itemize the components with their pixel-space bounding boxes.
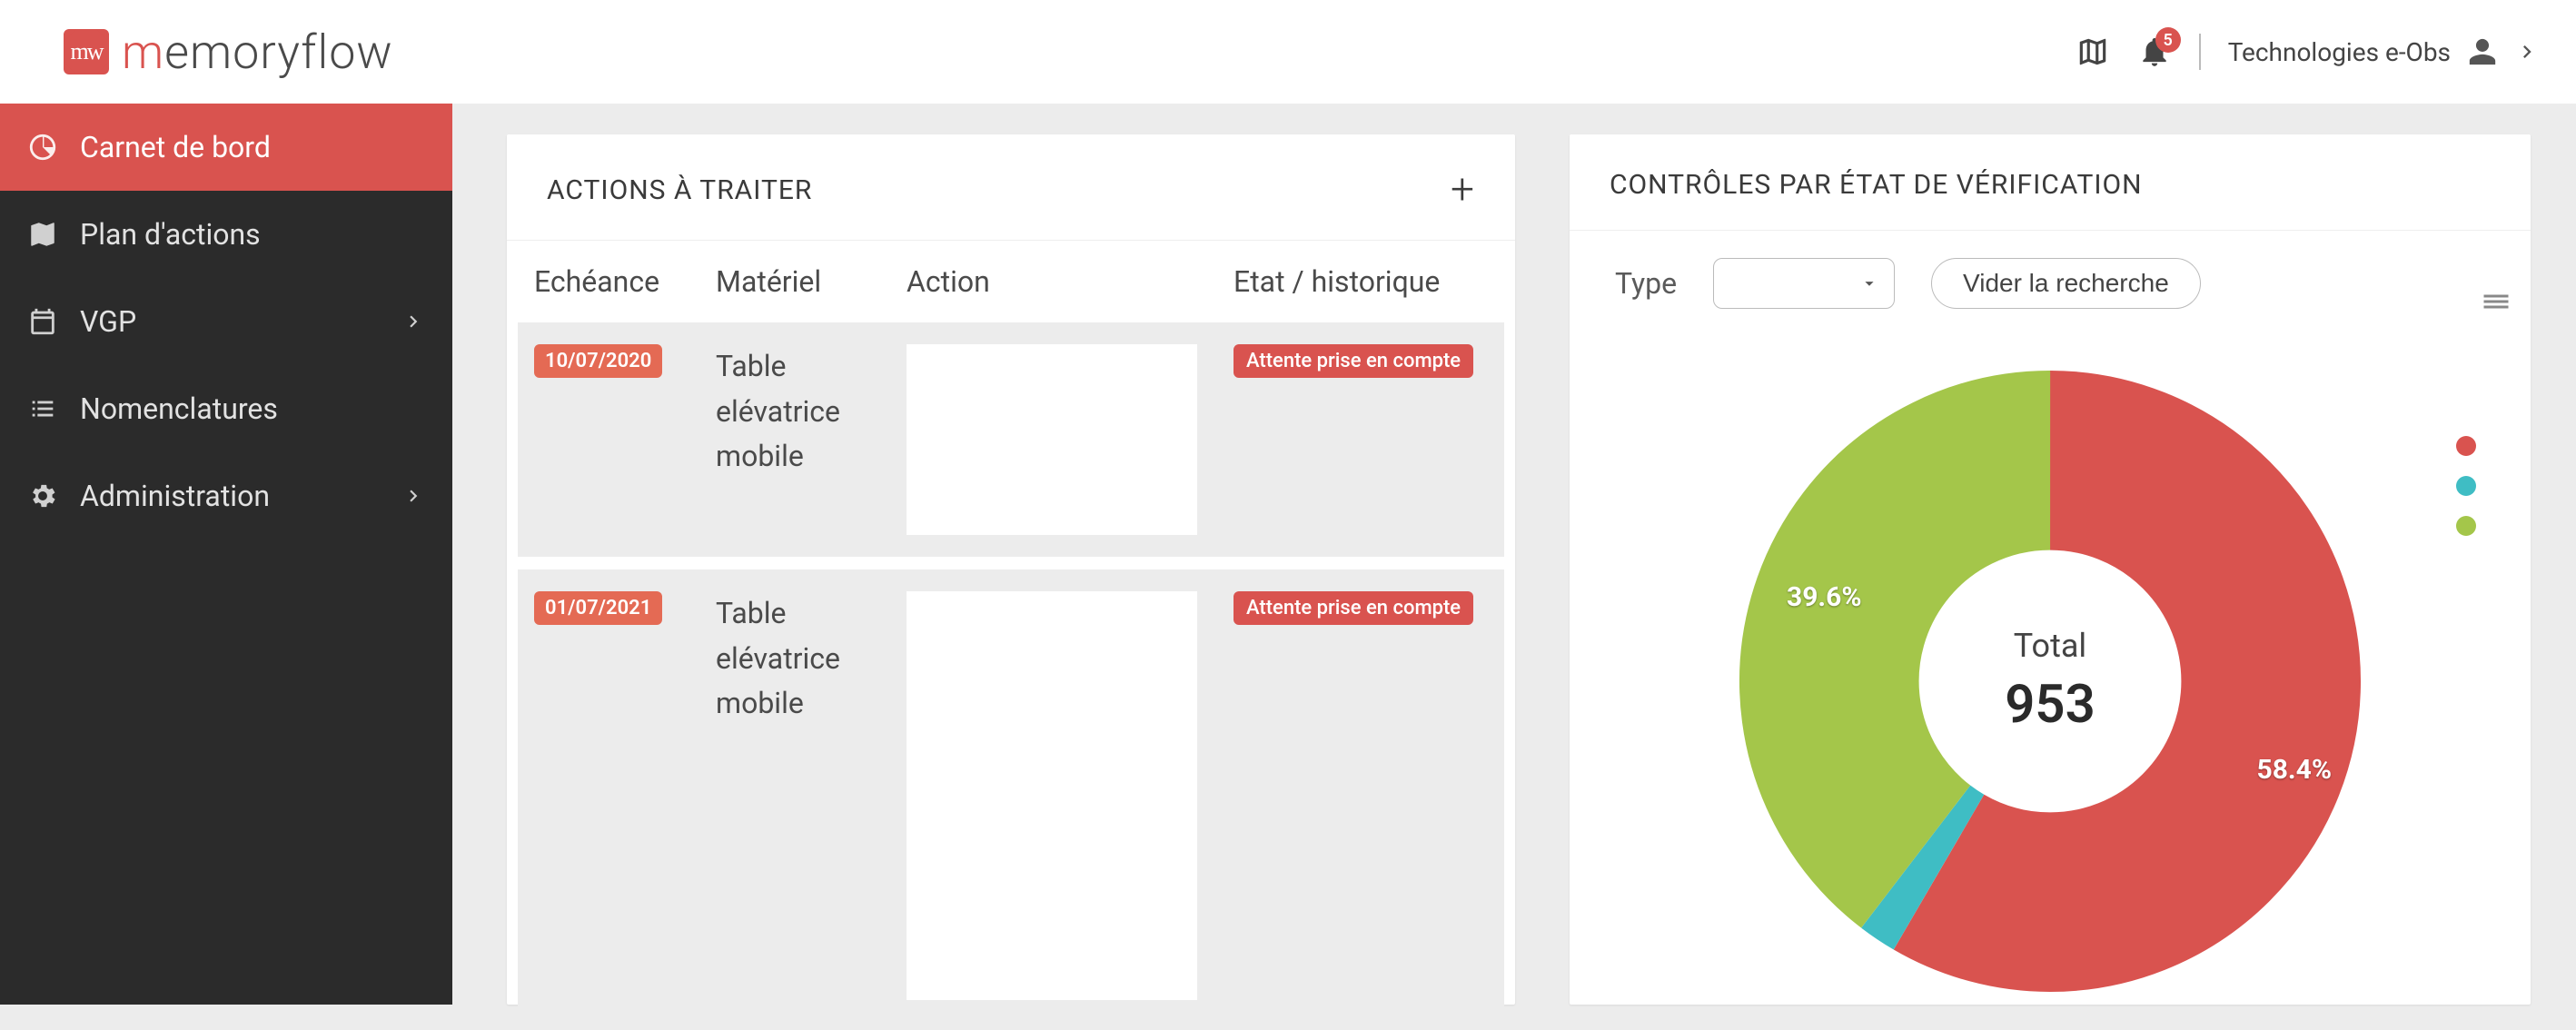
sidebar-item-vgp[interactable]: VGP xyxy=(0,278,452,365)
date-badge: 10/07/2020 xyxy=(534,344,662,378)
add-action-button[interactable]: + xyxy=(1451,169,1475,211)
chart-legend xyxy=(2456,436,2476,536)
gear-icon xyxy=(27,480,58,511)
actions-panel-title: ACTIONS À TRAITER xyxy=(547,174,812,206)
status-badge: Attente prise en compte xyxy=(1234,344,1473,378)
map-icon[interactable] xyxy=(2076,35,2110,69)
table-row[interactable]: 01/07/2021 Table elévatrice mobile Atten… xyxy=(518,569,1504,1022)
col-action: Action xyxy=(907,264,1234,299)
slice-label-green: 39.6% xyxy=(1787,581,1862,613)
actions-panel-header: ACTIONS À TRAITER + xyxy=(507,134,1515,241)
sidebar-item-nomenclatures[interactable]: Nomenclatures xyxy=(0,365,452,452)
status-badge: Attente prise en compte xyxy=(1234,591,1473,625)
filter-row: Type Vider la recherche xyxy=(1615,258,2485,309)
user-icon xyxy=(2467,36,2498,67)
brand-name: memoryflow xyxy=(122,25,393,80)
topbar: mw memoryflow 5 Technologies e-Obs xyxy=(0,0,2576,104)
controls-panel: CONTRÔLES PAR ÉTAT DE VÉRIFICATION Type … xyxy=(1570,134,2531,1005)
sidebar-item-carnet[interactable]: Carnet de bord xyxy=(0,104,452,191)
separator xyxy=(2199,34,2201,70)
actions-panel: ACTIONS À TRAITER + Echéance Matériel Ac… xyxy=(507,134,1515,1005)
topbar-right: 5 Technologies e-Obs xyxy=(2076,34,2540,70)
sidebar-item-administration[interactable]: Administration xyxy=(0,452,452,540)
type-select[interactable] xyxy=(1713,258,1895,309)
chevron-right-icon xyxy=(401,484,425,508)
sidebar: Carnet de bord Plan d'actions VGP Nomenc… xyxy=(0,104,452,1005)
action-content xyxy=(907,344,1197,535)
donut-chart: Total 953 39.6% 58.4% xyxy=(1705,336,2395,1026)
brand-badge-icon: mw xyxy=(64,29,109,74)
actions-table-body: 10/07/2020 Table elévatrice mobile Atten… xyxy=(507,322,1515,1022)
col-echeance: Echéance xyxy=(534,264,716,299)
legend-item[interactable] xyxy=(2456,436,2476,456)
col-etat: Etat / historique xyxy=(1234,264,1488,299)
legend-dot-red xyxy=(2456,436,2476,456)
main-content: ACTIONS À TRAITER + Echéance Matériel Ac… xyxy=(452,104,2576,1005)
table-row[interactable]: 10/07/2020 Table elévatrice mobile Atten… xyxy=(518,322,1504,557)
bell-icon[interactable]: 5 xyxy=(2137,35,2172,69)
sidebar-item-label: Plan d'actions xyxy=(80,217,261,252)
controls-panel-header: CONTRÔLES PAR ÉTAT DE VÉRIFICATION xyxy=(1570,134,2531,231)
sidebar-item-plan[interactable]: Plan d'actions xyxy=(0,191,452,278)
legend-dot-green xyxy=(2456,516,2476,536)
chart-menu-icon[interactable] xyxy=(2480,285,2512,322)
sidebar-item-label: Carnet de bord xyxy=(80,130,271,164)
controls-body: Type Vider la recherche xyxy=(1570,231,2531,1026)
legend-item[interactable] xyxy=(2456,476,2476,496)
materiel-cell: Table elévatrice mobile xyxy=(716,344,907,535)
materiel-cell: Table elévatrice mobile xyxy=(716,591,907,1000)
chart-area: Total 953 39.6% 58.4% xyxy=(1615,336,2485,1026)
actions-table-header: Echéance Matériel Action Etat / historiq… xyxy=(507,241,1515,322)
legend-dot-teal xyxy=(2456,476,2476,496)
type-label: Type xyxy=(1615,266,1677,301)
chevron-down-icon xyxy=(1859,273,1879,293)
notification-badge: 5 xyxy=(2155,27,2181,53)
legend-item[interactable] xyxy=(2456,516,2476,536)
map-icon xyxy=(27,219,58,250)
chevron-right-icon xyxy=(2514,39,2540,64)
calendar-icon xyxy=(27,306,58,337)
dashboard-icon xyxy=(27,132,58,163)
clear-search-button[interactable]: Vider la recherche xyxy=(1931,258,2201,309)
account-label: Technologies e-Obs xyxy=(2228,37,2451,67)
sidebar-item-label: Administration xyxy=(80,479,270,513)
action-content xyxy=(907,591,1197,1000)
chevron-right-icon xyxy=(401,310,425,333)
brand-logo[interactable]: mw memoryflow xyxy=(0,25,393,80)
date-badge: 01/07/2021 xyxy=(534,591,662,625)
col-materiel: Matériel xyxy=(716,264,907,299)
slice-label-red: 58.4% xyxy=(2256,754,2332,786)
sidebar-item-label: Nomenclatures xyxy=(80,391,278,426)
controls-panel-title: CONTRÔLES PAR ÉTAT DE VÉRIFICATION xyxy=(1610,169,2143,201)
list-icon xyxy=(27,393,58,424)
sidebar-item-label: VGP xyxy=(80,304,136,339)
account-menu[interactable]: Technologies e-Obs xyxy=(2228,36,2540,67)
